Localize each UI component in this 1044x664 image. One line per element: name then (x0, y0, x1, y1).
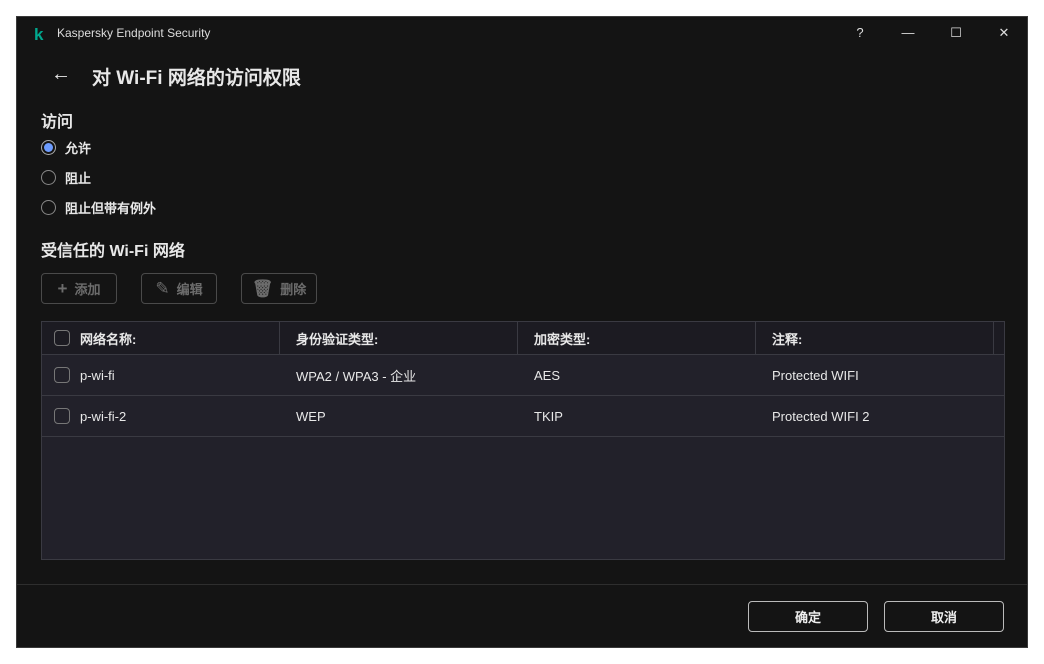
row-checkbox[interactable] (54, 408, 70, 424)
help-button[interactable]: ? (850, 23, 870, 43)
maximize-button[interactable]: ☐ (946, 23, 966, 43)
app-title: Kaspersky Endpoint Security (57, 26, 211, 40)
radio-label: 阻止 (65, 171, 92, 186)
cell-comment: Protected WIFI (772, 367, 859, 383)
radio-icon[interactable] (41, 170, 56, 185)
column-header-name[interactable]: 网络名称: (42, 322, 280, 354)
radio-label: 允许 (65, 141, 92, 156)
network-name: p-wi-fi-2 (80, 408, 127, 424)
column-header-auth[interactable]: 身份验证类型: (280, 322, 518, 354)
radio-icon[interactable] (41, 200, 56, 215)
column-header-encryption[interactable]: 加密类型: (518, 322, 756, 354)
radio-block-with-exceptions[interactable]: 阻止但带有例外 (41, 198, 156, 217)
radio-icon[interactable] (41, 140, 56, 155)
networks-table: 网络名称: 身份验证类型: 加密类型: 注释: p-wi-fi WPA2 / W… (41, 321, 1005, 560)
cell-name: p-wi-fi (42, 355, 280, 395)
table-row[interactable]: p-wi-fi-2 WEP TKIP Protected WIFI 2 (42, 396, 1004, 437)
edit-label: 编辑 (176, 282, 203, 297)
select-all-checkbox[interactable] (54, 330, 70, 346)
trash-icon: 🗑 (251, 278, 274, 298)
footer: 确定 取消 (17, 584, 1027, 648)
column-header-comment[interactable]: 注释: (756, 322, 994, 354)
ok-button[interactable]: 确定 (748, 601, 868, 632)
title-bar: k Kaspersky Endpoint Security ? — ☐ ✕ (17, 17, 1027, 49)
trusted-networks-heading: 受信任的 Wi-Fi 网络 (41, 243, 185, 260)
add-button[interactable]: + 添加 (41, 273, 117, 304)
radio-allow[interactable]: 允许 (41, 138, 91, 157)
delete-label: 删除 (280, 282, 307, 297)
back-arrow-icon[interactable]: ← (51, 63, 71, 86)
access-heading: 访问 (41, 114, 74, 131)
table-row[interactable]: p-wi-fi WPA2 / WPA3 - 企业 AES Protected W… (42, 355, 1004, 396)
pencil-icon: ✎ (155, 278, 170, 298)
app-window: k Kaspersky Endpoint Security ? — ☐ ✕ ← … (16, 16, 1028, 648)
page-title: 对 Wi-Fi 网络的访问权限 (92, 68, 301, 89)
cell-auth: WPA2 / WPA3 - 企业 (296, 368, 417, 384)
delete-button[interactable]: 🗑 删除 (241, 273, 317, 304)
edit-button[interactable]: ✎ 编辑 (141, 273, 217, 304)
cell-comment: Protected WIFI 2 (772, 408, 870, 424)
row-checkbox[interactable] (54, 367, 70, 383)
add-label: 添加 (74, 282, 101, 297)
cell-encryption: TKIP (534, 408, 563, 424)
radio-label: 阻止但带有例外 (65, 201, 157, 216)
cancel-button[interactable]: 取消 (884, 601, 1004, 632)
kaspersky-logo-icon: k (34, 25, 44, 44)
close-button[interactable]: ✕ (994, 23, 1014, 43)
header-label: 网络名称: (80, 331, 137, 347)
table-header: 网络名称: 身份验证类型: 加密类型: 注释: (42, 322, 1004, 355)
plus-icon: + (57, 278, 68, 298)
cell-name: p-wi-fi-2 (42, 396, 280, 436)
minimize-button[interactable]: — (898, 23, 918, 43)
network-name: p-wi-fi (80, 367, 115, 383)
cell-encryption: AES (534, 367, 561, 383)
radio-block[interactable]: 阻止 (41, 168, 91, 187)
cell-auth: WEP (296, 408, 326, 424)
